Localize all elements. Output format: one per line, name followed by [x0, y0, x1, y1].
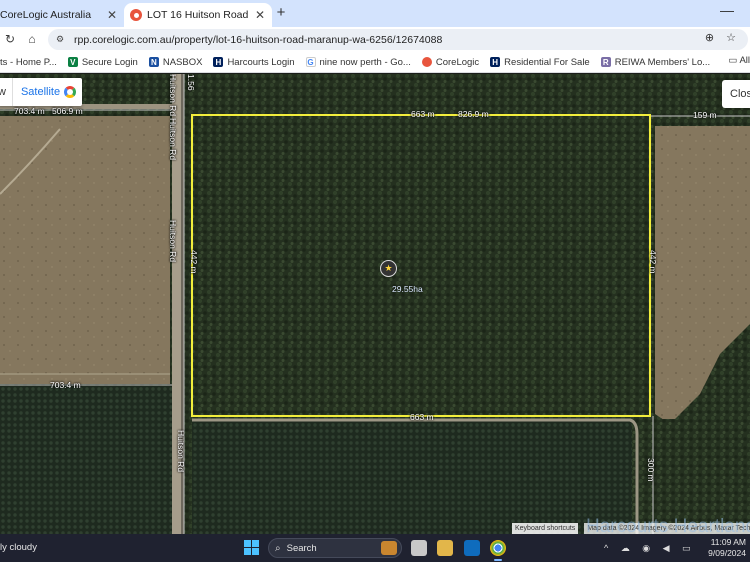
satellite-view-button[interactable]: Satellite — [13, 86, 82, 98]
bookmark-item[interactable]: CoreLogic — [421, 56, 480, 68]
road-label-huitson: Huitson Rd — [168, 118, 178, 161]
bookmark-label: ts - Home P... — [0, 56, 57, 68]
windows-start-icon[interactable] — [244, 540, 259, 555]
boundary-length-left: 442 m — [189, 250, 199, 274]
screen: CoreLogic Australia ✕ LOT 16 Huitson Roa… — [0, 0, 750, 562]
chrome-icon[interactable] — [490, 540, 506, 561]
keyboard-shortcuts-link[interactable]: Keyboard shortcuts — [512, 523, 579, 534]
vx-icon: V — [67, 57, 78, 67]
left-paddock — [0, 116, 170, 384]
bookmark-item[interactable]: N NASBOX — [148, 56, 203, 68]
file-explorer-icon[interactable] — [437, 540, 453, 556]
omnibox-actions: ⊕ ☆ — [705, 31, 736, 44]
map-type-control: w Satellite — [0, 78, 83, 106]
property-star-icon[interactable]: ★ — [380, 260, 397, 277]
google-icon: G — [305, 57, 316, 67]
bookmark-label: nine now perth - Go... — [319, 56, 411, 68]
tab-corelogic-australia[interactable]: CoreLogic Australia ✕ — [0, 3, 124, 27]
zoom-icon[interactable]: ⊕ — [705, 31, 714, 44]
all-bookmarks-button[interactable]: ▭ All — [724, 55, 750, 66]
corelogic-icon — [421, 57, 432, 67]
satellite-label: Satellite — [20, 86, 61, 98]
bookmark-label: CoreLogic — [435, 56, 480, 68]
task-view-icon[interactable] — [411, 540, 427, 556]
reiwa-icon: R — [600, 57, 611, 67]
search-icon: ⌕ — [275, 542, 281, 554]
length-top-left-b: 506.9 m — [52, 106, 83, 116]
site-info-icon[interactable]: ⚙ — [56, 34, 68, 45]
bookmark-star-icon[interactable]: ☆ — [726, 31, 736, 44]
satellite-map[interactable]: 663 m 826.9 m 159 m 703.4 m 506.9 m 442 … — [0, 74, 750, 534]
harcourts-icon: H — [213, 57, 224, 67]
clock-time: 11:09 AM — [710, 537, 746, 547]
bookmark-item[interactable]: ts - Home P... — [0, 57, 57, 68]
address-bar[interactable]: ⚙ rpp.corelogic.com.au/property/lot-16-h… — [48, 29, 748, 50]
tab-lot-16[interactable]: LOT 16 Huitson Road Maranup ✕ — [124, 3, 272, 27]
road-label-huitson: Huitson Rd — [176, 430, 186, 473]
google-icon — [64, 86, 77, 98]
length-lower-left: 703.4 m — [50, 380, 81, 390]
boundary-length-top: 663 m — [411, 109, 435, 119]
bookmark-label: REIWA Members' Lo... — [614, 56, 711, 68]
bookmark-item[interactable]: H Harcourts Login — [213, 56, 295, 68]
tab-label: CoreLogic Australia — [0, 9, 92, 21]
new-tab-button[interactable]: + — [272, 4, 290, 22]
reload-icon[interactable]: ↻ — [2, 31, 18, 47]
all-bookmarks-label: All — [739, 55, 750, 66]
browser-toolbar: ↻ ⌂ ⚙ rpp.corelogic.com.au/property/lot-… — [0, 27, 750, 52]
home-icon[interactable]: ⌂ — [24, 31, 40, 47]
bookmark-item[interactable]: R REIWA Members' Lo... — [600, 56, 711, 68]
tab-label: LOT 16 Huitson Road Maranup — [147, 9, 252, 21]
lower-left-plantation — [0, 386, 172, 534]
length-top-left: 703.4 m — [14, 106, 45, 116]
minimize-button[interactable]: — — [720, 2, 734, 18]
weather-widget[interactable]: ly cloudy — [0, 542, 37, 553]
search-highlight-icon — [381, 541, 397, 555]
bookmark-label: Residential For Sale — [504, 56, 590, 68]
taskbar-clock[interactable]: 11:09 AM 9/09/2024 — [708, 537, 746, 559]
bookmark-item[interactable]: V Secure Login — [67, 56, 138, 68]
lower-plantation — [192, 420, 632, 534]
bookmark-item[interactable]: Gnine now perth - Go... — [305, 56, 411, 68]
tab-strip: CoreLogic Australia ✕ LOT 16 Huitson Roa… — [0, 0, 750, 27]
close-map-button[interactable]: Clos — [722, 80, 750, 108]
bookmark-label: Secure Login — [81, 56, 138, 68]
search-label: Search — [286, 542, 317, 554]
road-label-huitson: Huitson Rd — [168, 74, 178, 117]
agency-watermark: Harcourts Heartland — [585, 516, 750, 534]
close-icon[interactable]: ✕ — [104, 8, 120, 22]
harcourts-icon: H — [490, 57, 501, 67]
bookmarks-bar: ts - Home P... V Secure Login N NASBOX H Ha… — [0, 52, 750, 73]
bookmark-label: NASBOX — [162, 56, 203, 68]
length-top-right: 159 m — [693, 110, 717, 120]
boundary-length-bottom: 663 m — [410, 412, 434, 422]
boundary-length-right: 442 m — [648, 250, 658, 274]
taskbar-search[interactable]: ⌕ Search — [268, 538, 402, 558]
url-text: rpp.corelogic.com.au/property/lot-16-hui… — [74, 33, 443, 46]
close-icon[interactable]: ✕ — [252, 8, 268, 22]
corelogic-favicon-icon — [130, 9, 142, 21]
folder-icon: ▭ — [728, 55, 740, 66]
map-view-button[interactable]: w — [0, 86, 12, 98]
road-label-huitson: Huitson Rd — [168, 220, 178, 263]
system-tray[interactable]: ^ ☁ ◉ ◀ ▭ — [604, 543, 696, 554]
lot-length-top: 826.9 m — [458, 109, 489, 119]
length-tiny-left: 1.56 — [186, 74, 196, 91]
windows-taskbar: ly cloudy ⌕ Search ^ ☁ ◉ ◀ ▭ 11:09 AM 9/… — [0, 534, 750, 562]
outlook-icon[interactable] — [464, 540, 480, 556]
clock-date: 9/09/2024 — [708, 548, 746, 558]
length-bottom-right: 300 m — [646, 458, 656, 482]
bookmark-label: Harcourts Login — [227, 56, 295, 68]
nasbox-icon: N — [148, 57, 159, 67]
lot-area-label: 29.55ha — [392, 284, 423, 294]
bookmark-item[interactable]: H Residential For Sale — [490, 57, 590, 68]
map-imagery — [0, 74, 750, 534]
